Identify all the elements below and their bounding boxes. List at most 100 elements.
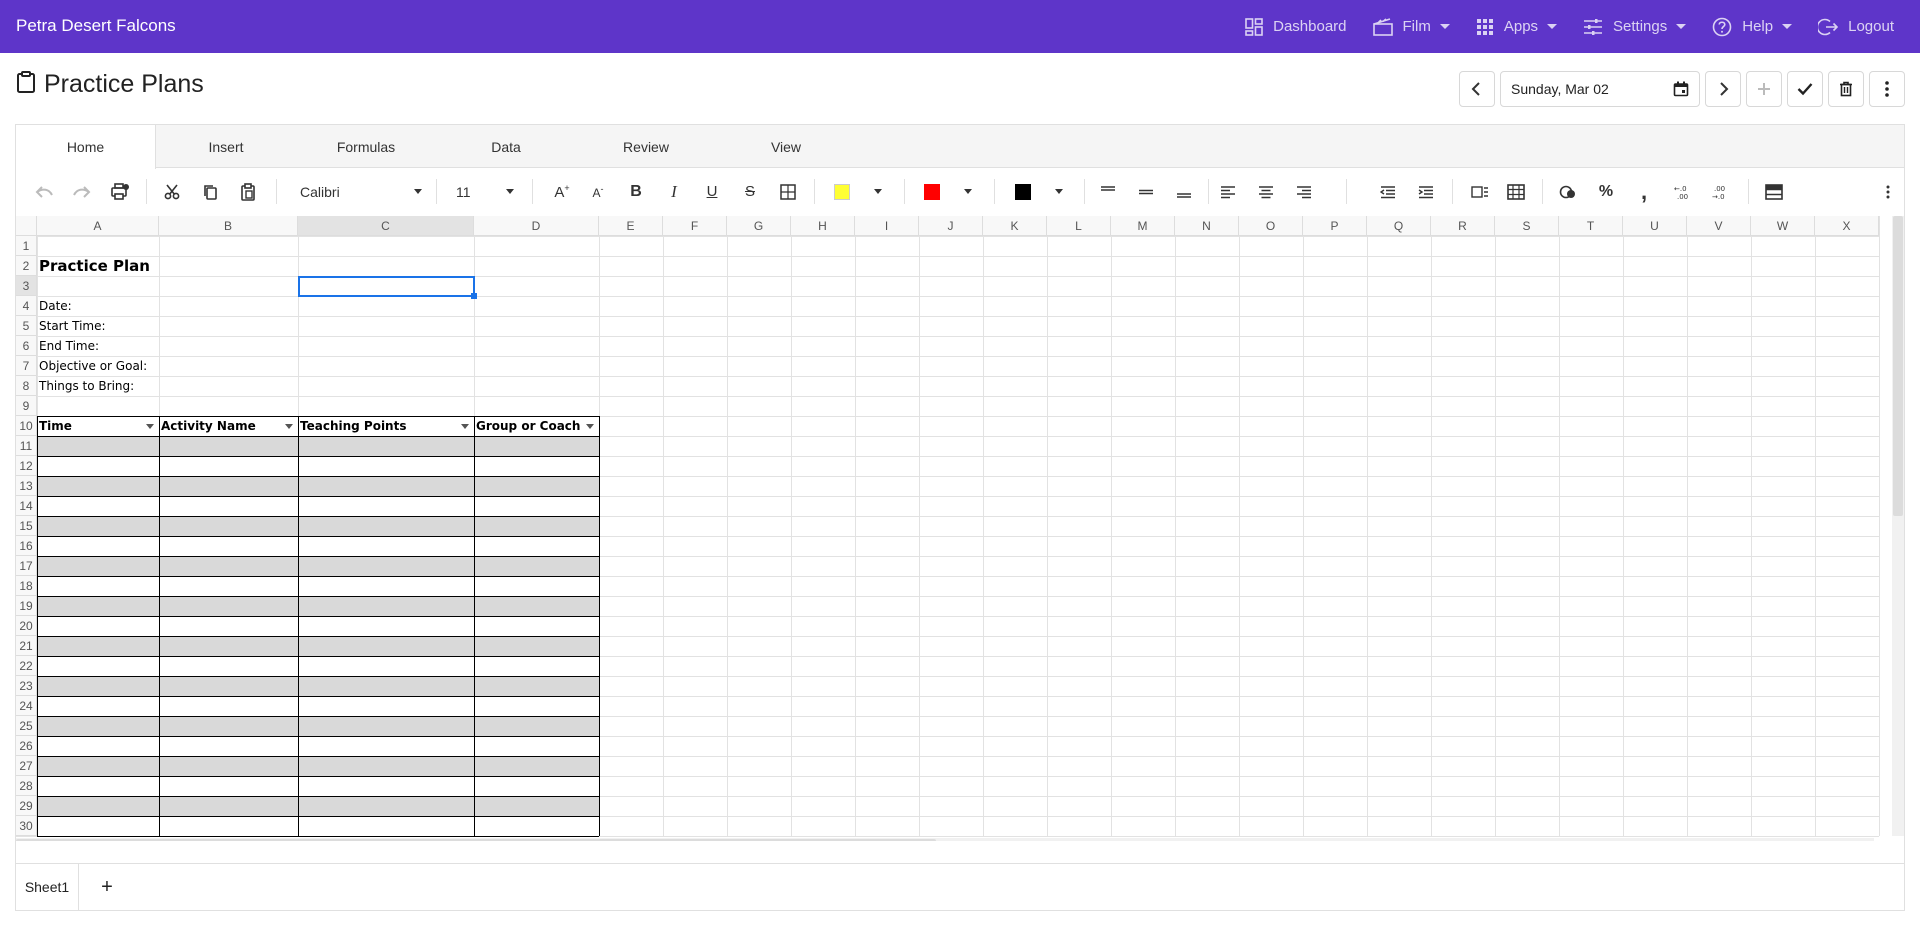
nav-logout[interactable]: Logout [1818,17,1894,37]
increase-indent-button[interactable] [1410,169,1442,214]
paste-button[interactable] [232,169,264,214]
format-painter-button[interactable] [104,169,136,214]
horizontal-scroll-thumb[interactable] [16,839,936,841]
column-header[interactable]: C [298,216,474,236]
align-left-button[interactable] [1212,169,1244,214]
label-cell[interactable]: Objective or Goal: [37,356,147,376]
column-header[interactable]: T [1559,216,1623,236]
row-header[interactable]: 3 [16,276,37,296]
column-header[interactable]: N [1175,216,1239,236]
italic-button[interactable]: I [658,169,690,214]
table-header-cell[interactable]: Group or Coach [474,416,599,436]
row-header[interactable]: 23 [16,676,37,696]
row-header[interactable]: 12 [16,456,37,476]
column-header[interactable]: Q [1367,216,1431,236]
row-header[interactable]: 13 [16,476,37,496]
cell-grid[interactable]: A B C D E F G H I J K L M N O P Q R S T U V W X 1 2 3 4 5 6 7 8 9 10 11 12 1… [16,216,1904,841]
row-header[interactable]: 8 [16,376,37,396]
row-header[interactable]: 30 [16,816,37,836]
sheet-title-cell[interactable]: Practice Plan [37,256,150,276]
merge-cells-button[interactable] [1500,169,1532,214]
borders-button[interactable] [772,169,804,214]
decrease-decimal-button[interactable]: .00 →.0 [1704,169,1736,214]
nav-film[interactable]: Film [1372,17,1450,36]
row-header[interactable]: 22 [16,656,37,676]
row-header[interactable]: 18 [16,576,37,596]
font-color-button[interactable] [918,169,978,214]
column-header[interactable]: M [1111,216,1175,236]
copy-button[interactable] [194,169,226,214]
comma-format-button[interactable]: , [1628,169,1660,214]
column-header[interactable]: A [37,216,159,236]
row-header[interactable]: 11 [16,436,37,456]
font-family-dropdown[interactable]: Calibri [300,169,430,214]
nav-dashboard[interactable]: Dashboard [1245,17,1347,36]
vertical-scroll-thumb[interactable] [1893,216,1903,516]
column-header[interactable]: B [159,216,298,236]
wrap-text-button[interactable] [1464,169,1496,214]
column-header[interactable]: F [663,216,727,236]
table-header-cell[interactable]: Time [37,416,159,436]
border-color-button[interactable] [1008,169,1070,214]
add-plan-button[interactable] [1746,71,1782,107]
font-size-dropdown[interactable]: 11 [456,169,522,214]
row-header[interactable]: 10 [16,416,37,436]
save-plan-button[interactable] [1787,71,1823,107]
label-cell[interactable]: End Time: [37,336,99,356]
column-header[interactable]: H [791,216,855,236]
selected-cell[interactable] [298,276,475,297]
row-header[interactable]: 24 [16,696,37,716]
filter-dropdown-icon[interactable] [586,424,594,429]
decrease-indent-button[interactable] [1372,169,1404,214]
row-header[interactable]: 19 [16,596,37,616]
increase-font-button[interactable]: A+ [546,169,578,214]
percent-format-button[interactable]: % [1590,169,1622,214]
add-sheet-button[interactable]: + [94,874,120,900]
row-header[interactable]: 5 [16,316,37,336]
column-header[interactable]: S [1495,216,1559,236]
column-header[interactable]: K [983,216,1047,236]
tab-formulas[interactable]: Formulas [296,125,436,168]
column-header[interactable]: V [1687,216,1751,236]
previous-day-button[interactable] [1459,71,1495,107]
date-picker-field[interactable]: Sunday, Mar 02 [1500,71,1700,107]
column-header[interactable]: U [1623,216,1687,236]
column-header[interactable]: G [727,216,791,236]
row-header[interactable]: 25 [16,716,37,736]
column-header[interactable]: P [1303,216,1367,236]
tab-review[interactable]: Review [576,125,716,168]
row-header[interactable]: 6 [16,336,37,356]
row-header[interactable]: 1 [16,236,37,256]
tab-data[interactable]: Data [436,125,576,168]
increase-decimal-button[interactable]: ←.0.00 [1666,169,1698,214]
column-header[interactable]: I [855,216,919,236]
toolbar-more-button[interactable] [1876,169,1900,214]
nav-apps[interactable]: Apps [1476,18,1558,36]
column-header[interactable]: D [474,216,599,236]
next-day-button[interactable] [1705,71,1741,107]
row-header[interactable]: 15 [16,516,37,536]
row-header[interactable]: 4 [16,296,37,316]
underline-button[interactable]: U [696,169,728,214]
column-header[interactable]: W [1751,216,1815,236]
column-header[interactable]: J [919,216,983,236]
fill-color-button[interactable] [828,169,888,214]
select-all-corner[interactable] [16,216,37,236]
tab-view[interactable]: View [716,125,856,168]
align-center-button[interactable] [1250,169,1282,214]
tab-insert[interactable]: Insert [156,125,296,168]
row-header[interactable]: 20 [16,616,37,636]
label-cell[interactable]: Start Time: [37,316,106,336]
row-header[interactable]: 16 [16,536,37,556]
row-header[interactable]: 27 [16,756,37,776]
brand-name[interactable]: Petra Desert Falcons [16,16,176,36]
row-header[interactable]: 21 [16,636,37,656]
filter-dropdown-icon[interactable] [285,424,293,429]
more-options-button[interactable] [1869,71,1905,107]
align-right-button[interactable] [1288,169,1320,214]
row-header[interactable]: 2 [16,256,37,276]
nav-help[interactable]: Help [1712,17,1793,37]
redo-button[interactable] [66,169,98,214]
label-cell[interactable]: Date: [37,296,72,316]
bold-button[interactable]: B [620,169,652,214]
